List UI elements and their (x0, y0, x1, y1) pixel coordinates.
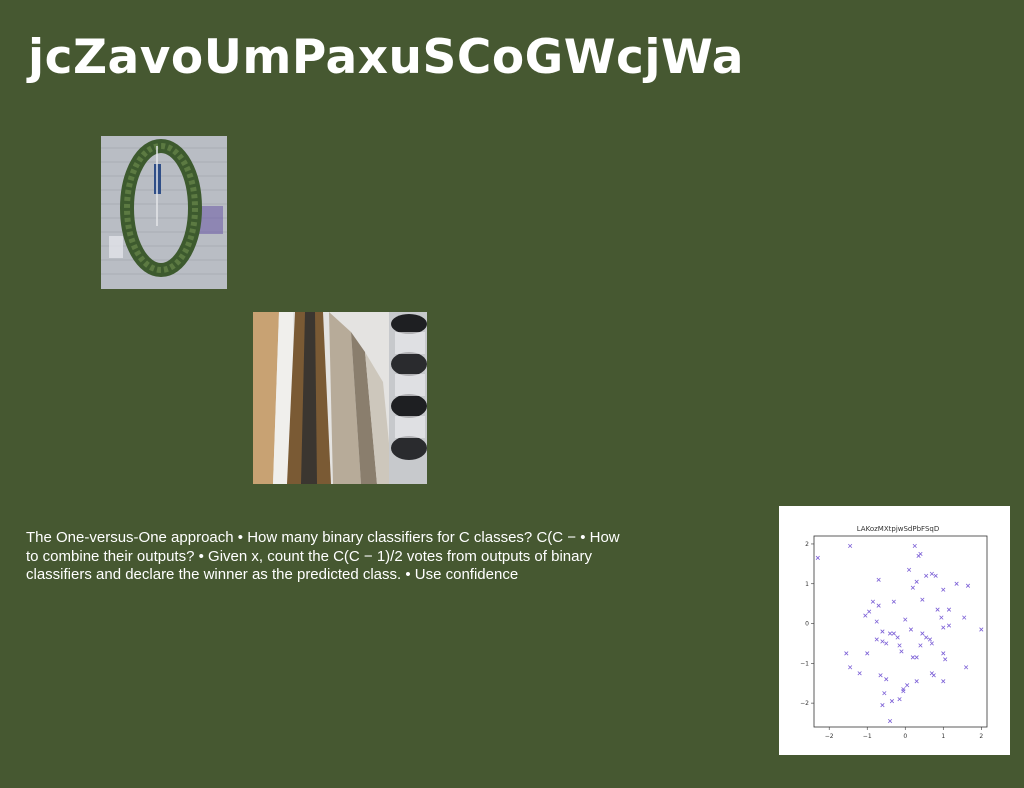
scatter-point (964, 665, 969, 670)
scatter-point (924, 573, 929, 578)
scatter-chart: LAKozMXtpjwSdPbFSqD −2 −1 0 1 2 2 1 0 −1 −2 (779, 506, 1010, 755)
scatter-point (965, 583, 971, 588)
scatter-point (874, 637, 879, 642)
scatter-point (924, 635, 929, 640)
scatter-point (933, 573, 938, 578)
scatter-point (946, 607, 952, 612)
y-tick-label: 2 (805, 541, 809, 548)
page-title: jcZavoUmPaxuSCoGWcjWa (28, 30, 744, 85)
scatter-point (914, 679, 919, 684)
scatter-point (870, 599, 876, 604)
scatter-point (895, 635, 900, 640)
x-tick-label: 1 (941, 733, 945, 740)
scatter-point (905, 683, 910, 688)
scatter-point (929, 571, 934, 576)
scatter-point (910, 655, 915, 660)
scatter-point (867, 609, 872, 614)
scatter-point (910, 585, 915, 590)
scatter-point (891, 631, 896, 636)
scatter-point (876, 603, 881, 608)
scatter-point (918, 551, 923, 556)
scatter-point (880, 639, 885, 644)
x-tick-label: 2 (979, 733, 983, 740)
y-tick-label: 0 (805, 621, 809, 628)
scatter-point (908, 627, 914, 632)
scatter-point (863, 613, 868, 618)
scatter-point (880, 703, 885, 708)
scatter-point (901, 687, 906, 692)
scatter-point (941, 679, 946, 684)
scatter-point (941, 651, 946, 656)
scatter-point (865, 651, 870, 656)
scatter-point (941, 587, 946, 592)
y-tick-label: −1 (800, 660, 809, 667)
scatter-point (939, 615, 944, 620)
x-tick-label: −2 (825, 733, 834, 740)
scatter-point (897, 643, 902, 648)
scatter-point (954, 581, 959, 586)
scatter-point (903, 617, 908, 622)
scatter-point (912, 543, 917, 549)
scatter-point (935, 607, 940, 612)
scatter-point (943, 657, 948, 662)
scatter-point (920, 597, 925, 602)
scatter-point (899, 649, 904, 654)
scatter-point (962, 615, 967, 620)
scatter-point (914, 579, 919, 584)
scatter-point (887, 631, 893, 636)
scatter-point (979, 627, 984, 632)
scatter-point (880, 629, 885, 634)
scatter-point (874, 619, 879, 624)
body-text: The One-versus-One approach • How many b… (26, 529, 620, 583)
x-tick-label: −1 (863, 733, 872, 740)
scatter-point (876, 577, 881, 582)
scatter-point (882, 691, 887, 696)
scatter-point (897, 697, 902, 702)
scatter-point (815, 555, 820, 560)
scatter-point (884, 677, 889, 682)
architecture-photo (253, 312, 427, 484)
scatter-point (931, 673, 936, 678)
scatter-point (887, 718, 893, 724)
scatter-point (906, 567, 912, 572)
x-tick-label: 0 (903, 733, 907, 740)
scatter-point (929, 641, 934, 646)
scatter-point (848, 543, 853, 549)
scatter-point (941, 625, 946, 630)
scatter-chart-svg: LAKozMXtpjwSdPbFSqD −2 −1 0 1 2 2 1 0 −1 −2 (800, 525, 988, 740)
scatter-point (844, 651, 849, 656)
scatter-point (946, 623, 952, 628)
scatter-point (920, 631, 925, 636)
y-tick-label: 1 (805, 581, 809, 588)
scatter-point (914, 655, 919, 660)
chart-title: LAKozMXtpjwSdPbFSqD (857, 525, 939, 533)
scatter-point (918, 643, 923, 648)
scatter-point (927, 637, 933, 642)
scatter-point (891, 599, 896, 604)
y-tick-label: −2 (800, 700, 809, 707)
wreath-photo (101, 136, 227, 289)
scatter-point (857, 671, 862, 676)
scatter-point (878, 673, 883, 678)
scatter-point (889, 699, 895, 704)
scatter-point (884, 641, 889, 646)
scatter-point (848, 665, 853, 670)
